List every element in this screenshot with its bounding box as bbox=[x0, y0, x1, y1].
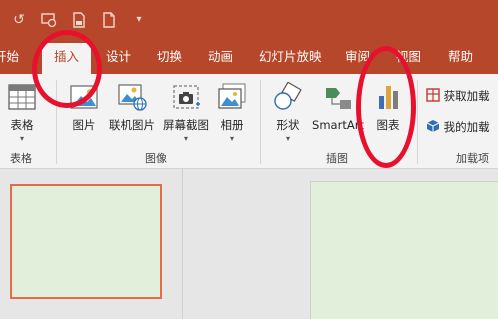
group-divider bbox=[260, 80, 261, 164]
screenshot-button[interactable]: 屏幕截图 ▾ bbox=[160, 82, 212, 144]
editing-area bbox=[0, 169, 498, 319]
slide-thumbnail[interactable] bbox=[10, 184, 162, 299]
ribbon-tabs: 开始 插入 设计 切换 动画 幻灯片放映 审阅 视图 帮助 bbox=[0, 40, 498, 74]
ribbon-insert-panel: 表格 ▾ 表格 图片 联机图片 屏幕截图 ▾ 相册 ▾ 图像 形状 ▾ Smar… bbox=[0, 74, 498, 169]
online-pictures-button-label: 联机图片 bbox=[109, 118, 155, 132]
chevron-down-icon: ▾ bbox=[285, 134, 290, 143]
new-file-icon[interactable] bbox=[100, 12, 118, 32]
group-label-images: 图像 bbox=[145, 152, 167, 165]
online-picture-icon bbox=[118, 84, 147, 111]
table-button[interactable]: 表格 ▾ bbox=[2, 82, 42, 144]
tab-slideshow[interactable]: 幻灯片放映 bbox=[259, 48, 322, 66]
tab-design[interactable]: 设计 bbox=[106, 48, 131, 66]
get-addins-label: 获取加载 bbox=[443, 89, 490, 103]
tab-transitions[interactable]: 切换 bbox=[157, 48, 182, 66]
powerpoint-window: ↺ ▾ 开始 插入 设计 切换 动画 幻灯片放映 审阅 视图 帮助 表格 ▾ 表… bbox=[0, 0, 498, 319]
smartart-button-label: SmartArt bbox=[312, 118, 364, 132]
online-pictures-button[interactable]: 联机图片 bbox=[106, 82, 158, 132]
smartart-button[interactable]: SmartArt bbox=[310, 82, 366, 132]
chart-button-label: 图表 bbox=[376, 118, 400, 132]
shapes-button[interactable]: 形状 ▾ bbox=[268, 82, 308, 144]
my-addins-button[interactable]: 我的加载 bbox=[426, 119, 490, 135]
quick-access-toolbar: ↺ ▾ bbox=[0, 0, 498, 40]
slide-canvas[interactable] bbox=[310, 181, 498, 319]
get-addins-button[interactable]: 获取加载 bbox=[426, 88, 490, 104]
addin-cube-icon bbox=[426, 120, 440, 132]
chart-button[interactable]: 图表 bbox=[370, 82, 406, 132]
shapes-button-label: 形状 bbox=[276, 118, 300, 132]
chevron-down-icon: ▾ bbox=[229, 134, 234, 143]
photo-album-button-label: 相册 bbox=[220, 118, 244, 132]
tab-review[interactable]: 审阅 bbox=[345, 48, 370, 66]
my-addins-label: 我的加载 bbox=[443, 120, 490, 134]
tab-help[interactable]: 帮助 bbox=[448, 48, 473, 66]
store-icon bbox=[426, 88, 440, 102]
chart-icon bbox=[379, 86, 398, 109]
group-label-illustrations: 插图 bbox=[326, 152, 348, 165]
screenshot-button-label: 屏幕截图 bbox=[163, 118, 209, 132]
smartart-icon bbox=[326, 88, 351, 109]
group-divider bbox=[417, 80, 418, 164]
slide-thumbnails-pane[interactable] bbox=[0, 169, 183, 319]
chevron-down-icon: ▾ bbox=[19, 134, 24, 143]
group-divider bbox=[56, 80, 57, 164]
shapes-icon bbox=[274, 82, 302, 110]
tab-insert[interactable]: 插入 bbox=[42, 43, 92, 74]
photo-album-button[interactable]: 相册 ▾ bbox=[214, 82, 250, 144]
tab-animations[interactable]: 动画 bbox=[208, 48, 233, 66]
save-icon[interactable] bbox=[70, 12, 88, 32]
slideshow-from-start-icon[interactable] bbox=[40, 12, 58, 32]
tab-view[interactable]: 视图 bbox=[396, 48, 421, 66]
screenshot-icon bbox=[173, 85, 200, 109]
tab-home[interactable]: 开始 bbox=[0, 48, 19, 66]
chevron-down-icon: ▾ bbox=[183, 134, 188, 143]
photo-album-icon bbox=[218, 83, 246, 109]
table-icon bbox=[8, 84, 36, 110]
table-button-label: 表格 bbox=[10, 118, 34, 132]
undo-icon[interactable]: ↺ bbox=[10, 12, 28, 28]
pictures-button[interactable]: 图片 bbox=[64, 82, 104, 132]
pictures-button-label: 图片 bbox=[72, 118, 96, 132]
picture-icon bbox=[70, 85, 98, 109]
group-label-addins: 加载项 bbox=[456, 152, 489, 165]
group-label-table: 表格 bbox=[10, 152, 32, 165]
customize-dropdown-icon[interactable]: ▾ bbox=[130, 12, 148, 28]
